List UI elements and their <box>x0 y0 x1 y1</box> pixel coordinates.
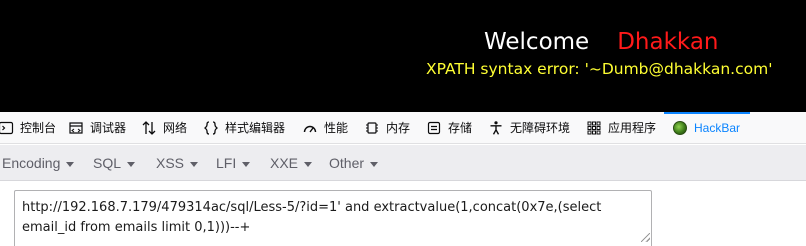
other-menu[interactable]: Other <box>329 145 379 181</box>
sql-menu[interactable]: SQL <box>93 145 136 181</box>
encoding-menu[interactable]: Encoding <box>2 145 75 181</box>
memory-icon <box>364 120 380 136</box>
tab-label: HackBar <box>694 120 741 135</box>
performance-icon <box>302 120 318 136</box>
chevron-down-icon <box>370 161 379 167</box>
menu-label: Other <box>329 155 365 171</box>
hackbar-body: http://192.168.7.179/479314ac/sql/Less-5… <box>0 181 806 246</box>
tab-memory[interactable]: 内存 <box>364 112 410 143</box>
chevron-down-icon <box>127 161 136 167</box>
tab-label: 内存 <box>386 121 411 135</box>
menu-label: Encoding <box>2 155 61 171</box>
hackbar-logo-icon <box>672 120 688 136</box>
debugger-icon <box>68 120 84 136</box>
chevron-down-icon <box>190 161 199 167</box>
tab-debugger[interactable]: 调试器 <box>68 112 126 143</box>
menu-label: LFI <box>216 155 237 171</box>
resize-grip-icon[interactable] <box>641 233 650 242</box>
xss-menu[interactable]: XSS <box>156 145 199 181</box>
network-icon <box>141 120 157 136</box>
tab-label: 性能 <box>324 121 349 135</box>
chevron-down-icon <box>66 161 75 167</box>
devtools-tab-strip: 控制台 调试器 网络 样式编辑器 性能 内存 存储 无障碍环境 应用程序 Hac… <box>0 112 806 144</box>
lfi-menu[interactable]: LFI <box>216 145 251 181</box>
chevron-down-icon <box>242 161 251 167</box>
tab-style-editor[interactable]: 样式编辑器 <box>203 112 285 143</box>
tab-performance[interactable]: 性能 <box>302 112 348 143</box>
tab-label: 存储 <box>448 121 473 135</box>
tab-label: 调试器 <box>90 121 127 135</box>
menu-label: XSS <box>156 155 185 171</box>
console-icon <box>0 120 14 136</box>
accessibility-icon <box>488 120 504 136</box>
page-banner: Welcome Dhakkan XPATH syntax error: '~Dum… <box>0 0 806 112</box>
menu-label: XXE <box>270 155 299 171</box>
tab-accessibility[interactable]: 无障碍环境 <box>488 112 570 143</box>
xpath-error-message: XPATH syntax error: '~Dumb@dhakkan.com' <box>426 60 773 78</box>
tab-console[interactable]: 控制台 <box>0 112 56 143</box>
url-textarea[interactable]: http://192.168.7.179/479314ac/sql/Less-5… <box>14 190 652 246</box>
welcome-word: Welcome <box>484 29 590 55</box>
tab-application[interactable]: 应用程序 <box>586 112 656 143</box>
style-editor-icon <box>203 120 219 136</box>
tab-storage[interactable]: 存储 <box>426 112 472 143</box>
chevron-down-icon <box>304 161 313 167</box>
tab-label: 应用程序 <box>608 121 657 135</box>
tab-network[interactable]: 网络 <box>141 112 187 143</box>
tab-label: 无障碍环境 <box>510 121 571 135</box>
tab-label: 网络 <box>163 121 188 135</box>
hackbar-toolbar: Encoding SQL XSS LFI XXE Other <box>0 145 806 181</box>
tab-label: 控制台 <box>20 121 57 135</box>
xxe-menu[interactable]: XXE <box>270 145 313 181</box>
menu-label: SQL <box>93 155 122 171</box>
application-icon <box>586 120 602 136</box>
tab-label: 样式编辑器 <box>225 121 286 135</box>
welcome-heading: Welcome Dhakkan <box>484 28 719 56</box>
welcome-username: Dhakkan <box>617 29 719 55</box>
tab-hackbar[interactable]: HackBar <box>663 112 751 143</box>
storage-icon <box>426 120 442 136</box>
